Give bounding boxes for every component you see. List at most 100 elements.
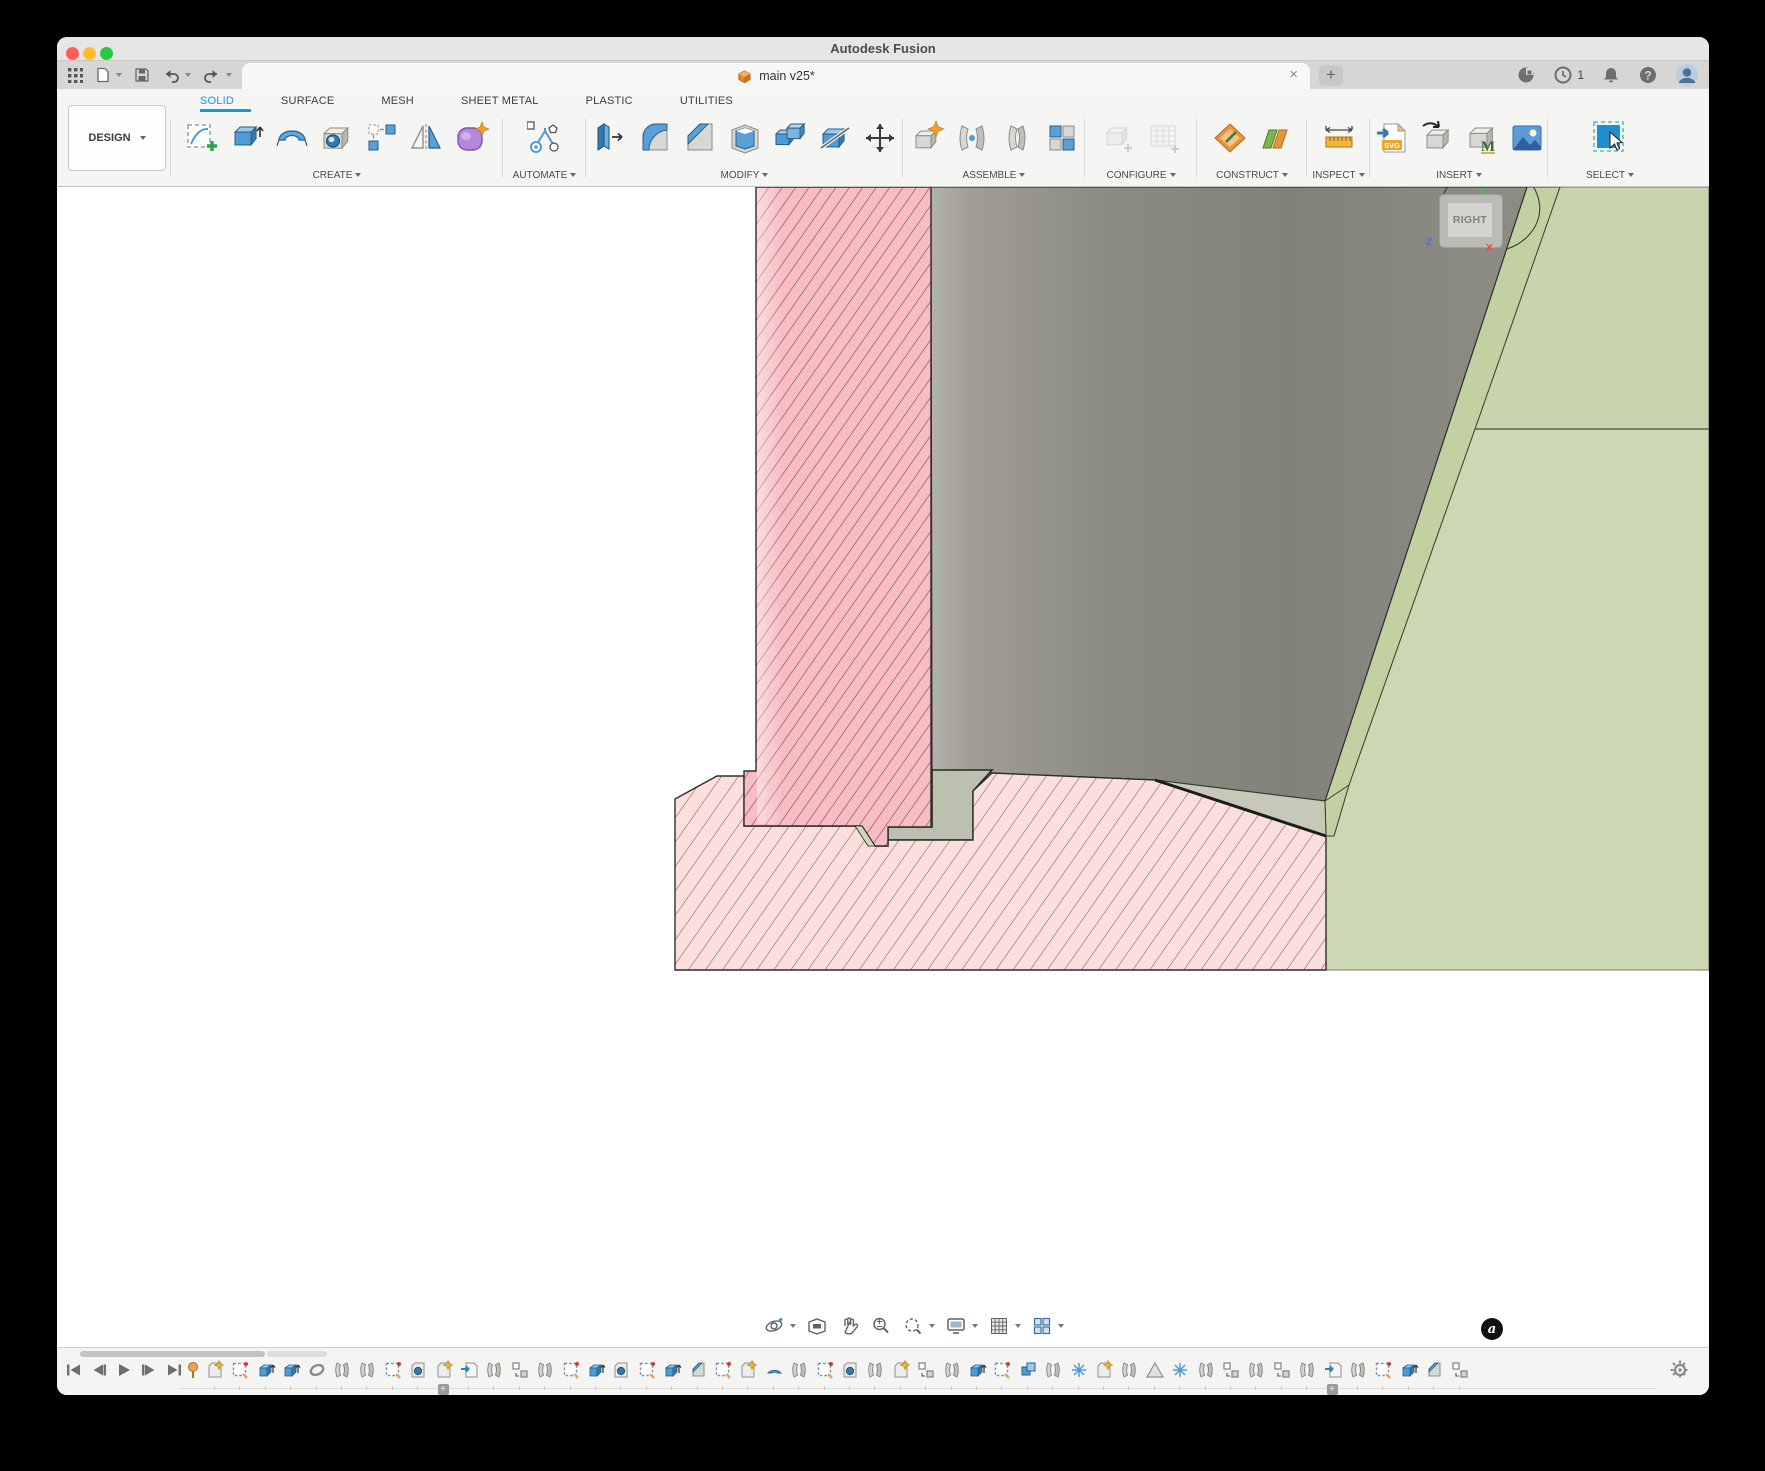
create-sketch-button[interactable] — [184, 120, 220, 156]
construct-plane-button[interactable] — [1212, 120, 1248, 156]
timeline-group-expand-button[interactable]: + — [1327, 1384, 1338, 1395]
timeline-feature-triangle-icon[interactable] — [1145, 1360, 1165, 1380]
look-at-button[interactable] — [806, 1315, 828, 1337]
timeline-feature-revolve-icon[interactable] — [764, 1360, 784, 1380]
timeline-feature-sketch-edit-icon[interactable] — [815, 1360, 835, 1380]
timeline-feature-sketch-icon[interactable] — [205, 1360, 225, 1380]
apps-grid-button[interactable] — [63, 64, 87, 86]
go-to-start-button[interactable] — [65, 1362, 83, 1378]
timeline-feature-joint-icon[interactable] — [1297, 1360, 1317, 1380]
timeline-feature-align-icon[interactable] — [916, 1360, 936, 1380]
ribbon-group-label[interactable]: AUTOMATE — [505, 170, 584, 181]
select-button[interactable] — [1592, 120, 1628, 156]
play-button[interactable] — [115, 1362, 133, 1378]
timeline-feature-align-icon[interactable] — [1450, 1360, 1470, 1380]
insert-mesh-button[interactable] — [1419, 120, 1455, 156]
timeline-feature-sketch-edit-icon[interactable] — [637, 1360, 657, 1380]
revolve-button[interactable] — [274, 120, 310, 156]
configuration-table-button[interactable] — [1146, 120, 1182, 156]
avatar-icon[interactable] — [1675, 63, 1699, 87]
viewports-button[interactable] — [1031, 1315, 1064, 1337]
pan-button[interactable] — [838, 1315, 860, 1337]
mirror-button[interactable] — [409, 120, 445, 156]
ribbon-tab-solid[interactable]: SOLID — [200, 95, 234, 107]
clock-icon[interactable] — [1553, 65, 1573, 85]
timeline-feature-extrude-icon[interactable] — [586, 1360, 606, 1380]
ribbon-group-label[interactable]: ASSEMBLE — [905, 170, 1083, 181]
redo-button[interactable] — [199, 64, 236, 86]
timeline-scrollbar-thumb-2[interactable] — [267, 1351, 327, 1357]
measure-button[interactable] — [1321, 120, 1357, 156]
viewcube-face-label[interactable]: RIGHT — [1439, 194, 1501, 246]
form-button[interactable] — [454, 120, 490, 156]
bell-icon[interactable] — [1601, 65, 1621, 85]
ribbon-group-label[interactable]: MODIFY — [588, 170, 901, 181]
ribbon-group-label[interactable]: CREATE — [173, 170, 501, 181]
timeline-feature-joint-icon[interactable] — [1246, 1360, 1266, 1380]
close-tab-icon[interactable]: × — [1289, 67, 1298, 83]
combine-button[interactable] — [772, 120, 808, 156]
timeline-feature-chamfer-icon[interactable] — [688, 1360, 708, 1380]
timeline-feature-hole-icon[interactable] — [611, 1360, 631, 1380]
fillet-button[interactable] — [637, 120, 673, 156]
ribbon-group-label[interactable]: INSPECT — [1309, 170, 1368, 181]
timeline-feature-joint-icon[interactable] — [1196, 1360, 1216, 1380]
new-component-button[interactable] — [909, 120, 945, 156]
offset-plane-button[interactable] — [1257, 120, 1293, 156]
timeline-feature-joint-icon[interactable] — [865, 1360, 885, 1380]
timeline-feature-sketch-edit-icon[interactable] — [992, 1360, 1012, 1380]
zoom-button[interactable] — [870, 1315, 892, 1337]
timeline-feature-sketch-icon[interactable] — [434, 1360, 454, 1380]
timeline-feature-joint-icon[interactable] — [1119, 1360, 1139, 1380]
timeline-feature-hole-icon[interactable] — [408, 1360, 428, 1380]
configuration-button[interactable] — [1101, 120, 1137, 156]
viewport[interactable]: RIGHT Y Z X a — [57, 187, 1709, 1347]
ribbon-group-label[interactable]: INSERT — [1372, 170, 1546, 181]
timeline-feature-align-icon[interactable] — [1272, 1360, 1292, 1380]
viewport-canvas[interactable] — [57, 187, 1709, 1347]
split-body-button[interactable] — [817, 120, 853, 156]
timeline-feature-sketch-edit-icon[interactable] — [713, 1360, 733, 1380]
timeline-settings-gear-icon[interactable] — [1669, 1359, 1691, 1381]
ribbon-tab-utilities[interactable]: UTILITIES — [680, 95, 733, 107]
ribbon-group-label[interactable]: CONFIGURE — [1087, 170, 1195, 181]
viewcube[interactable]: RIGHT Y Z X — [1435, 191, 1505, 253]
fit-button[interactable] — [902, 1315, 935, 1337]
timeline-feature-sketch-edit-icon[interactable] — [230, 1360, 250, 1380]
timeline-feature-align-icon[interactable] — [1221, 1360, 1241, 1380]
timeline-group-expand-button[interactable]: + — [438, 1384, 449, 1395]
timeline-feature-joint-icon[interactable] — [332, 1360, 352, 1380]
timeline-feature-link-icon[interactable] — [307, 1360, 327, 1380]
timeline-feature-joint-icon[interactable] — [535, 1360, 555, 1380]
timeline-feature-sketch-edit-icon[interactable] — [383, 1360, 403, 1380]
timeline-feature-pin-icon[interactable] — [183, 1360, 203, 1380]
workspace-selector[interactable]: DESIGN — [68, 105, 166, 171]
extrude-button[interactable] — [229, 120, 265, 156]
grid-settings-button[interactable] — [988, 1315, 1021, 1337]
rigid-group-button[interactable] — [1044, 120, 1080, 156]
timeline-feature-sketch-icon[interactable] — [891, 1360, 911, 1380]
new-tab-button[interactable]: + — [1319, 65, 1343, 86]
timeline-feature-sketch-edit-icon[interactable] — [1373, 1360, 1393, 1380]
ribbon-tab-mesh[interactable]: MESH — [381, 95, 414, 107]
file-new-button[interactable] — [91, 64, 126, 86]
automate-button[interactable] — [527, 120, 563, 156]
timeline-feature-joint-icon[interactable] — [942, 1360, 962, 1380]
timeline-feature-import-icon[interactable] — [1323, 1360, 1343, 1380]
extension-icon[interactable] — [1516, 65, 1536, 85]
joint-button[interactable] — [954, 120, 990, 156]
step-back-button[interactable] — [90, 1362, 108, 1378]
ribbon-tab-plastic[interactable]: PLASTIC — [586, 95, 633, 107]
timeline-feature-combine-icon[interactable] — [1018, 1360, 1038, 1380]
timeline-feature-sketch-icon[interactable] — [1094, 1360, 1114, 1380]
timeline-feature-chamfer-icon[interactable] — [1424, 1360, 1444, 1380]
ribbon-tab-sheet-metal[interactable]: SHEET METAL — [461, 95, 539, 107]
document-tab[interactable]: main v25* × — [242, 63, 1310, 89]
timeline-feature-joint-icon[interactable] — [789, 1360, 809, 1380]
ribbon-group-label[interactable]: CONSTRUCT — [1199, 170, 1305, 181]
ribbon-group-label[interactable]: SELECT — [1550, 170, 1670, 181]
timeline-feature-snowflake-icon[interactable] — [1170, 1360, 1190, 1380]
timeline-feature-extrude-icon[interactable] — [967, 1360, 987, 1380]
as-built-joint-button[interactable] — [999, 120, 1035, 156]
timeline-feature-sketch-icon[interactable] — [738, 1360, 758, 1380]
